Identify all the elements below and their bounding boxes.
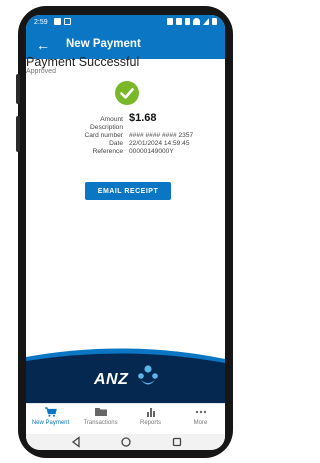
system-recents-icon[interactable] [171,436,183,448]
system-back-icon[interactable] [70,436,82,448]
phone-screen: 2:59 ← New Payment Payment Successful Ap… [26,15,225,450]
detail-row-amount: Amount $1.68 [26,112,225,124]
reference-value: 00000149000Y [129,148,174,155]
nfc-icon [167,18,173,25]
folder-icon [94,408,107,416]
card-value: #### #### #### 2357 [129,132,194,139]
system-home-icon[interactable] [120,436,132,448]
amount-value: $1.68 [129,112,157,124]
status-system-icons [167,18,217,25]
battery-icon [212,18,217,25]
result-subtitle: Approved [26,68,56,75]
wifi-icon [193,18,200,25]
card-label: Card number [84,132,123,139]
nav-reports[interactable]: Reports [126,407,175,426]
notification-icon [64,18,71,25]
anz-wordmark: ANZ [94,371,129,388]
date-label: Date [109,140,123,147]
nav-new-payment[interactable]: New Payment [26,407,75,426]
detail-row-reference: Reference 00000149000Y [26,148,225,157]
success-check-icon [115,81,139,105]
reference-label: Reference [92,148,123,155]
page-title: New Payment [66,38,141,50]
system-nav-bar [26,434,225,450]
nav-label: New Payment [31,420,70,426]
phone-side-button [16,74,20,104]
more-dots-icon [195,410,206,414]
nav-label: Transactions [83,420,118,426]
nav-label: More [193,420,208,426]
mute-icon [176,18,182,25]
status-bar: 2:59 [26,15,225,33]
signal-icon [203,18,209,25]
amount-label: Amount [100,116,123,123]
message-icon [54,18,61,25]
cart-icon [44,407,57,417]
bottom-nav: New Payment Transactions Reports More [26,403,225,434]
phone-side-button [16,116,20,152]
nav-transactions[interactable]: Transactions [76,407,125,426]
back-arrow-icon[interactable]: ← [36,37,50,53]
nav-more[interactable]: More [176,407,225,426]
email-receipt-button[interactable]: EMAIL RECEIPT [85,182,171,200]
bluetooth-icon [185,18,190,25]
nav-label: Reports [139,420,161,426]
anz-people-logo-icon [138,365,158,385]
status-time: 2:59 [34,19,48,26]
result-title: Payment Successful [26,55,140,69]
description-label: Description [90,124,123,131]
bar-chart-icon [146,408,155,417]
status-notification-icons [54,18,71,25]
date-value: 22/01/2024 14:59:45 [129,140,190,147]
